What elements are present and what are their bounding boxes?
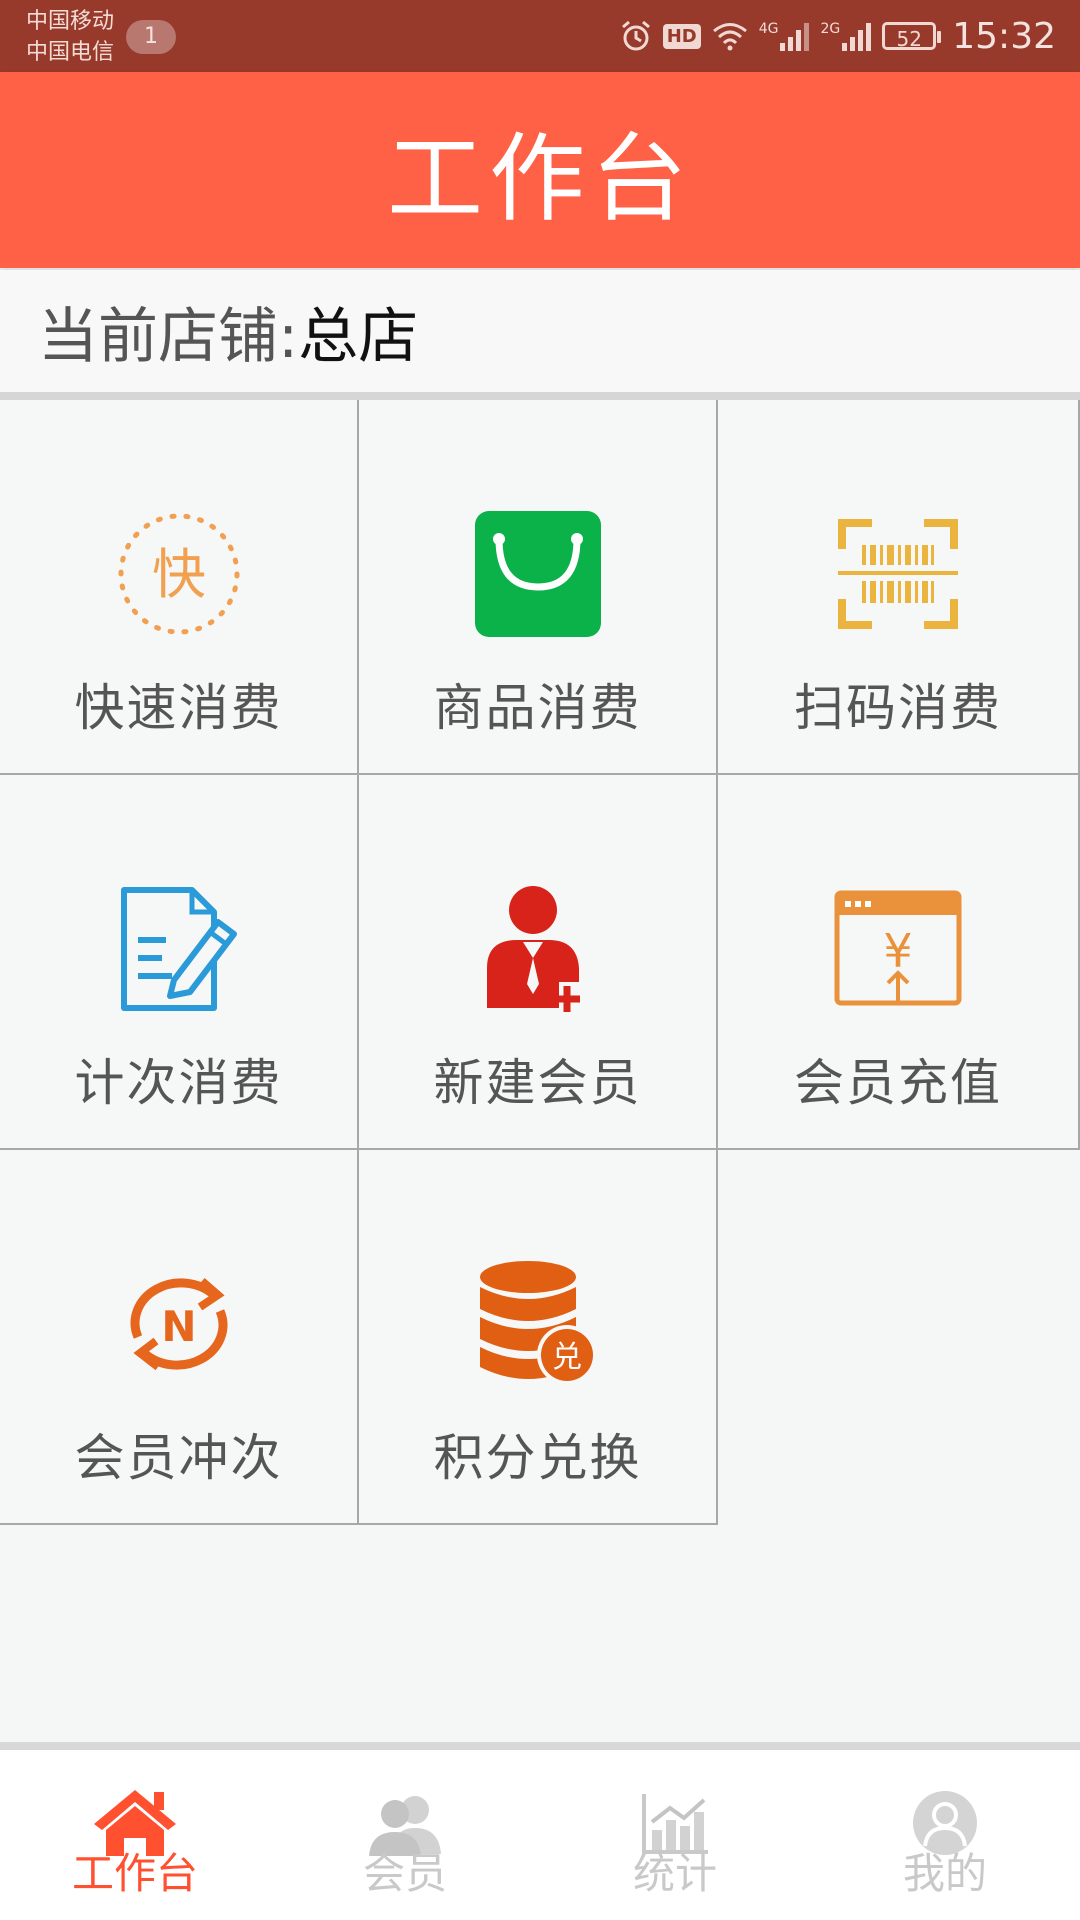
battery-icon: 52 (882, 22, 942, 51)
nav-label: 我的 (902, 1849, 987, 1898)
wifi-icon (711, 21, 749, 51)
grid-item-label: 积分兑换 (433, 1429, 642, 1487)
carrier-info: 中国移动 中国电信 (26, 6, 114, 68)
hd-icon: HD (662, 23, 701, 49)
nav-item-members[interactable]: 会员 (270, 1750, 540, 1920)
refresh-n-icon: N (109, 1254, 249, 1394)
recharge-window-icon: ¥ (828, 879, 968, 1019)
bottom-nav: 工作台 会员 统计 我的 (0, 1750, 1080, 1920)
nav-label: 统计 (632, 1849, 717, 1898)
grid-item-label: 计次消费 (74, 1054, 283, 1112)
grid-item-quick-consume[interactable]: 快 快速消费 (0, 400, 359, 775)
grid-item-label: 会员冲次 (74, 1429, 283, 1487)
points-database-icon: 兑 (468, 1254, 608, 1394)
grid-item-new-member[interactable]: 新建会员 (359, 775, 718, 1150)
status-time: 15:32 (952, 15, 1056, 57)
nav-item-statistics[interactable]: 统计 (540, 1750, 810, 1920)
add-member-icon (468, 879, 608, 1019)
nav-label: 会员 (362, 1849, 447, 1898)
svg-text:兑: 兑 (552, 1340, 582, 1375)
current-store-row[interactable]: 当前店铺: 总店 (0, 270, 1080, 392)
grid-item-scan-consume[interactable]: 扫码消费 (718, 400, 1080, 775)
shopping-bag-icon (468, 504, 608, 644)
app-header: 工作台 (0, 72, 1080, 268)
store-label: 当前店铺: (38, 301, 299, 372)
signal-bars-icon (842, 23, 872, 51)
grid-item-label: 新建会员 (433, 1054, 642, 1112)
divider (0, 1742, 1080, 1750)
nav-item-mine[interactable]: 我的 (810, 1750, 1080, 1920)
page-title: 工作台 (387, 122, 693, 235)
grid-item-product-consume[interactable]: 商品消费 (359, 400, 718, 775)
svg-text:N: N (161, 1302, 196, 1351)
grid-item-label: 扫码消费 (794, 679, 1002, 737)
store-value: 总店 (298, 301, 419, 372)
grid-item-label: 商品消费 (433, 679, 642, 737)
grid-item-count-consume[interactable]: 计次消费 (0, 775, 359, 1150)
status-indicators: HD 4G 2G 52 15:32 (619, 0, 1056, 72)
alarm-icon (619, 19, 653, 53)
grid-item-label: 会员充值 (794, 1054, 1002, 1112)
status-bar: 中国移动 中国电信 1 HD 4G 2G 52 15:32 (0, 0, 1080, 72)
svg-text:快: 快 (152, 543, 206, 606)
grid-item-label: 快速消费 (74, 679, 283, 737)
barcode-scan-icon (828, 504, 968, 644)
grid-item-member-recount[interactable]: N 会员冲次 (0, 1150, 359, 1525)
nav-label: 工作台 (71, 1849, 198, 1898)
svg-text:¥: ¥ (883, 924, 912, 978)
quick-consume-icon: 快 (109, 504, 249, 644)
signal-4g: 4G (759, 21, 811, 51)
document-edit-icon (109, 879, 249, 1019)
carrier-1: 中国移动 (26, 9, 115, 34)
grid-item-member-recharge[interactable]: ¥ 会员充值 (718, 775, 1080, 1150)
carrier-2: 中国电信 (26, 40, 115, 65)
signal-bars-icon (780, 23, 810, 51)
divider (0, 392, 1080, 400)
notification-badge: 1 (126, 20, 176, 54)
nav-item-workbench[interactable]: 工作台 (0, 1750, 270, 1920)
signal-2g: 2G (820, 21, 872, 51)
grid-item-points-exchange[interactable]: 兑 积分兑换 (359, 1150, 718, 1525)
